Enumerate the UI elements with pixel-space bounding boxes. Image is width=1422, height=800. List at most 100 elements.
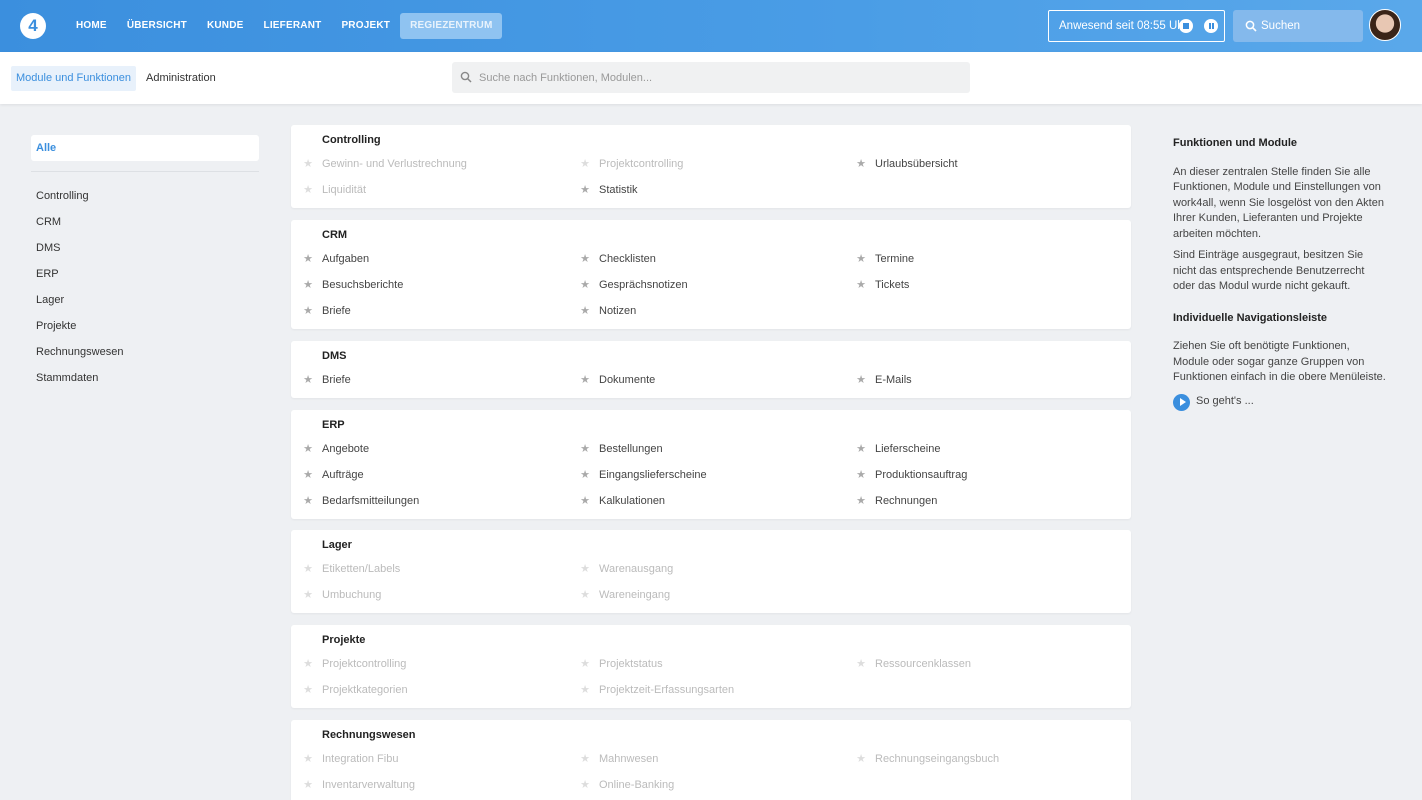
star-icon[interactable]: ★ [855, 373, 867, 387]
star-icon[interactable]: ★ [302, 657, 314, 671]
function-item[interactable]: ★ Warenausgang [580, 562, 673, 576]
function-item[interactable]: ★ Tickets [856, 278, 909, 292]
star-icon[interactable]: ★ [579, 562, 591, 576]
star-icon[interactable]: ★ [855, 157, 867, 171]
function-item[interactable]: ★ Aufgaben [303, 252, 369, 266]
nav-uebersicht[interactable]: ÜBERSICHT [117, 13, 197, 39]
star-icon[interactable]: ★ [302, 683, 314, 697]
stop-icon[interactable] [1179, 19, 1193, 33]
function-item[interactable]: ★ Rechnungen [856, 494, 937, 508]
function-item[interactable]: ★ Gesprächsnotizen [580, 278, 688, 292]
star-icon[interactable]: ★ [579, 252, 591, 266]
star-icon[interactable]: ★ [579, 752, 591, 766]
sidebar-item-alle[interactable]: Alle [31, 135, 259, 161]
function-item[interactable]: ★ Ressourcenklassen [856, 657, 971, 671]
function-item[interactable]: ★ Projektstatus [580, 657, 663, 671]
function-item[interactable]: ★ Angebote [303, 442, 369, 456]
star-icon[interactable]: ★ [579, 373, 591, 387]
sidebar-item-crm[interactable]: CRM [31, 209, 259, 235]
attendance-widget[interactable]: Anwesend seit 08:55 Uhr [1048, 10, 1225, 42]
star-icon[interactable]: ★ [579, 588, 591, 602]
function-item[interactable]: ★ Statistik [580, 183, 637, 197]
function-item[interactable]: ★ Wareneingang [580, 588, 670, 602]
function-item[interactable]: ★ Projektzeit-Erfassungsarten [580, 683, 734, 697]
function-item[interactable]: ★ Liquidität [303, 183, 366, 197]
function-item[interactable]: ★ Dokumente [580, 373, 655, 387]
function-item[interactable]: ★ Gewinn- und Verlustrechnung [303, 157, 467, 171]
star-icon[interactable]: ★ [579, 442, 591, 456]
star-icon[interactable]: ★ [855, 657, 867, 671]
star-icon[interactable]: ★ [855, 494, 867, 508]
sidebar-item-dms[interactable]: DMS [31, 235, 259, 261]
top-search-button[interactable]: Suchen [1233, 10, 1363, 42]
star-icon[interactable]: ★ [302, 373, 314, 387]
function-item[interactable]: ★ Aufträge [303, 468, 364, 482]
nav-home[interactable]: HOME [66, 13, 117, 39]
nav-projekt[interactable]: PROJEKT [331, 13, 400, 39]
function-item[interactable]: ★ Eingangslieferscheine [580, 468, 707, 482]
star-icon[interactable]: ★ [302, 494, 314, 508]
function-item[interactable]: ★ Projektcontrolling [303, 657, 406, 671]
function-item[interactable]: ★ Produktionsauftrag [856, 468, 967, 482]
function-item[interactable]: ★ Inventarverwaltung [303, 778, 415, 792]
function-item[interactable]: ★ Besuchsberichte [303, 278, 403, 292]
star-icon[interactable]: ★ [302, 468, 314, 482]
star-icon[interactable]: ★ [579, 304, 591, 318]
star-icon[interactable]: ★ [855, 442, 867, 456]
function-item[interactable]: ★ Umbuchung [303, 588, 381, 602]
star-icon[interactable]: ★ [855, 468, 867, 482]
star-icon[interactable]: ★ [579, 468, 591, 482]
nav-lieferant[interactable]: LIEFERANT [254, 13, 332, 39]
star-icon[interactable]: ★ [302, 183, 314, 197]
pause-icon[interactable] [1204, 19, 1218, 33]
function-search-input[interactable]: Suche nach Funktionen, Modulen... [452, 62, 970, 93]
sidebar-item-controlling[interactable]: Controlling [31, 183, 259, 209]
star-icon[interactable]: ★ [579, 778, 591, 792]
sidebar-item-erp[interactable]: ERP [31, 261, 259, 287]
function-item[interactable]: ★ Integration Fibu [303, 752, 398, 766]
function-item[interactable]: ★ Briefe [303, 373, 351, 387]
tab-modules-functions[interactable]: Module und Funktionen [11, 66, 136, 91]
sidebar-item-stammdaten[interactable]: Stammdaten [31, 365, 259, 391]
function-item[interactable]: ★ Termine [856, 252, 914, 266]
star-icon[interactable]: ★ [579, 157, 591, 171]
function-item[interactable]: ★ Notizen [580, 304, 636, 318]
star-icon[interactable]: ★ [579, 657, 591, 671]
nav-regiezentrum[interactable]: REGIEZENTRUM [400, 13, 503, 39]
function-item[interactable]: ★ Checklisten [580, 252, 656, 266]
user-avatar[interactable] [1369, 9, 1401, 41]
function-item[interactable]: ★ Kalkulationen [580, 494, 665, 508]
sidebar-item-rechnungswesen[interactable]: Rechnungswesen [31, 339, 259, 365]
function-item[interactable]: ★ Projektkategorien [303, 683, 408, 697]
star-icon[interactable]: ★ [302, 562, 314, 576]
star-icon[interactable]: ★ [302, 442, 314, 456]
app-logo[interactable]: 4 [20, 13, 46, 39]
function-item[interactable]: ★ Briefe [303, 304, 351, 318]
star-icon[interactable]: ★ [855, 278, 867, 292]
sidebar-item-projekte[interactable]: Projekte [31, 313, 259, 339]
star-icon[interactable]: ★ [579, 494, 591, 508]
star-icon[interactable]: ★ [302, 752, 314, 766]
star-icon[interactable]: ★ [302, 588, 314, 602]
tab-administration[interactable]: Administration [141, 66, 221, 91]
sidebar-item-lager[interactable]: Lager [31, 287, 259, 313]
star-icon[interactable]: ★ [302, 278, 314, 292]
howto-link[interactable]: So geht's ... [1173, 393, 1388, 411]
star-icon[interactable]: ★ [855, 252, 867, 266]
star-icon[interactable]: ★ [302, 778, 314, 792]
star-icon[interactable]: ★ [579, 183, 591, 197]
function-item[interactable]: ★ Etiketten/Labels [303, 562, 400, 576]
function-item[interactable]: ★ Bestellungen [580, 442, 663, 456]
star-icon[interactable]: ★ [579, 683, 591, 697]
function-item[interactable]: ★ Bedarfsmitteilungen [303, 494, 419, 508]
star-icon[interactable]: ★ [302, 252, 314, 266]
star-icon[interactable]: ★ [855, 752, 867, 766]
star-icon[interactable]: ★ [579, 278, 591, 292]
function-item[interactable]: ★ E-Mails [856, 373, 912, 387]
function-item[interactable]: ★ Projektcontrolling [580, 157, 683, 171]
star-icon[interactable]: ★ [302, 304, 314, 318]
function-item[interactable]: ★ Mahnwesen [580, 752, 658, 766]
star-icon[interactable]: ★ [302, 157, 314, 171]
function-item[interactable]: ★ Urlaubsübersicht [856, 157, 957, 171]
function-item[interactable]: ★ Rechnungseingangsbuch [856, 752, 999, 766]
